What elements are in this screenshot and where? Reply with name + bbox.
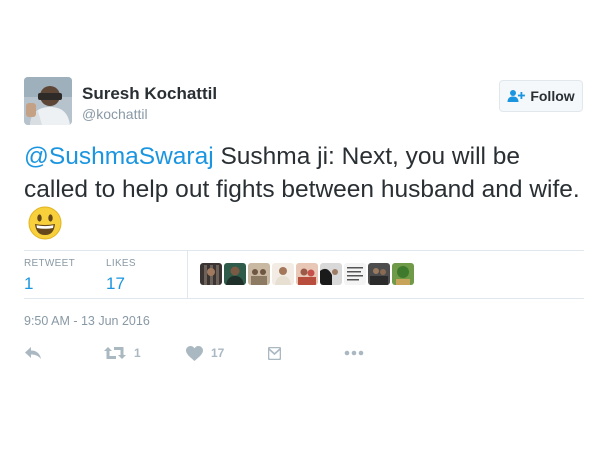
more-dots-icon [344, 350, 364, 356]
smiling-face-emoji-icon [28, 206, 62, 240]
likes-stat[interactable]: LIKES 17 [106, 258, 136, 294]
retweet-stat-label: RETWEET [24, 258, 75, 269]
retweet-icon [104, 346, 126, 360]
liker-avatar[interactable] [248, 263, 270, 285]
reply-button[interactable] [24, 343, 42, 363]
stats-divider-top [24, 250, 584, 251]
tweet-card: Suresh Kochattil @kochattil Follow @Sush… [0, 0, 600, 450]
stats-divider-bottom [24, 298, 584, 299]
retweet-stat-value: 1 [24, 274, 34, 293]
likes-stat-label: LIKES [106, 258, 136, 269]
author-screen-name[interactable]: @kochattil [82, 106, 148, 122]
tweet-text: @SushmaSwaraj Sushma ji: Next, you will … [24, 141, 580, 243]
liker-avatar[interactable] [296, 263, 318, 285]
liker-avatar[interactable] [272, 263, 294, 285]
liker-avatar[interactable] [320, 263, 342, 285]
direct-message-icon [268, 346, 281, 360]
retweet-button[interactable]: 1 [104, 343, 141, 363]
heart-icon [186, 345, 203, 361]
like-count: 17 [211, 346, 225, 360]
likes-stat-value: 17 [106, 274, 125, 293]
direct-message-button[interactable] [268, 343, 281, 363]
author-avatar[interactable] [24, 77, 72, 125]
follow-button[interactable]: Follow [499, 80, 583, 112]
like-button[interactable]: 17 [186, 343, 224, 363]
liker-avatar[interactable] [368, 263, 390, 285]
tweet-mention-link[interactable]: @SushmaSwaraj [24, 143, 214, 170]
more-button[interactable] [344, 343, 364, 363]
author-display-name[interactable]: Suresh Kochattil [82, 84, 217, 104]
liker-avatar[interactable] [224, 263, 246, 285]
follow-person-plus-icon [507, 89, 526, 103]
liker-avatar[interactable] [344, 263, 366, 285]
reply-icon [24, 346, 42, 360]
liker-avatar[interactable] [392, 263, 414, 285]
stats-vertical-divider [187, 251, 188, 298]
tweet-timestamp[interactable]: 9:50 AM - 13 Jun 2016 [24, 314, 150, 328]
liker-avatar[interactable] [200, 263, 222, 285]
retweet-count: 1 [134, 346, 141, 360]
retweet-stat[interactable]: RETWEET 1 [24, 258, 75, 294]
follow-button-label: Follow [530, 88, 575, 104]
liker-avatars [200, 263, 414, 285]
